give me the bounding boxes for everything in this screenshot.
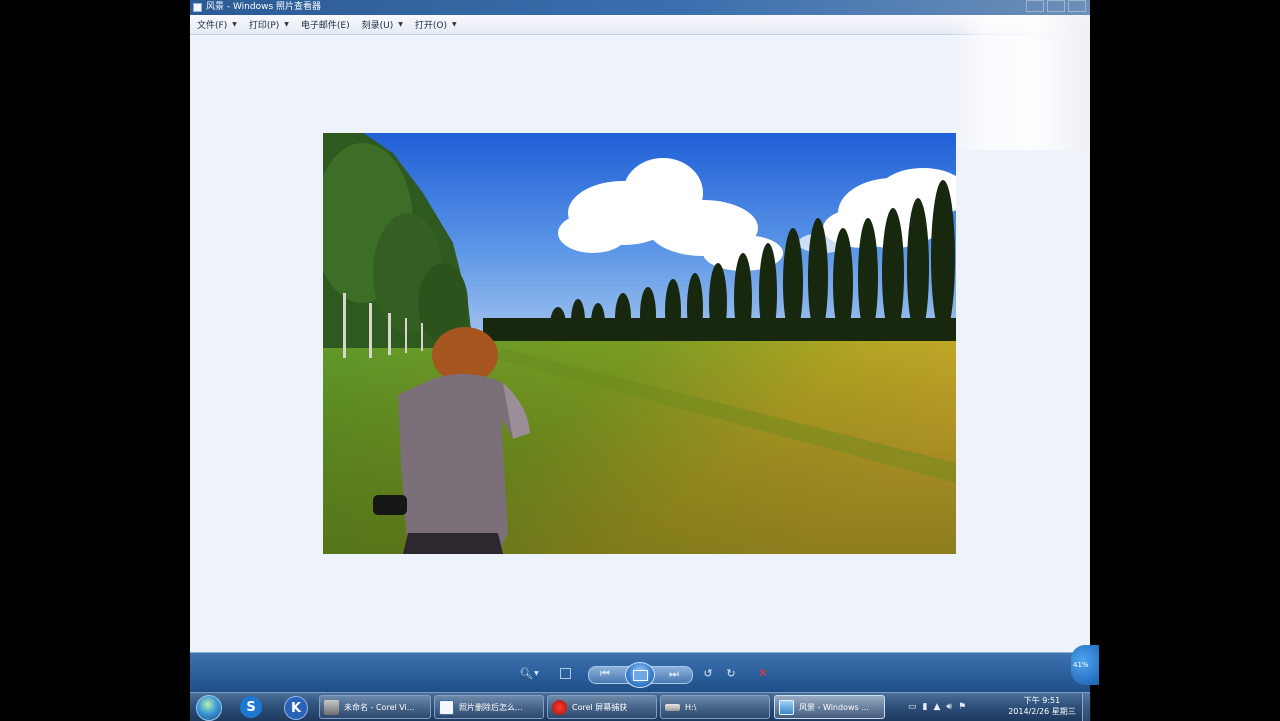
photo-viewer-icon — [779, 699, 794, 715]
sogou-icon[interactable]: S — [240, 696, 262, 718]
screen-glare — [950, 15, 1090, 150]
photo-viewer-window: 风景 - Windows 照片查看器 文件(F) ▼ 打印(P) ▼ 电子邮件(… — [190, 0, 1090, 692]
clock-time: 下午 9:51 — [1023, 696, 1061, 705]
previous-icon[interactable]: ⏮ — [594, 664, 616, 684]
maximize-button[interactable] — [1047, 0, 1065, 12]
magnifier-icon[interactable]: 🔍︎ ▼ — [518, 663, 540, 683]
taskbar-item-label: 照片删除后怎么... — [459, 702, 523, 712]
show-desktop-button[interactable] — [1082, 693, 1091, 721]
action-center-icon[interactable]: ⚑ — [958, 702, 966, 712]
taskbar-item-corel-video[interactable]: 未命名 - Corel Vi... — [319, 695, 431, 719]
fit-window-icon[interactable] — [554, 663, 576, 683]
k-app-icon[interactable]: K — [284, 696, 308, 720]
menu-burn-label: 刻录(U) — [361, 21, 394, 31]
word-document-icon — [439, 699, 454, 715]
zoom-level-badge: 41% — [1071, 645, 1099, 685]
taskbar-item-label: 未命名 - Corel Vi... — [344, 702, 415, 712]
window-controls — [1026, 0, 1086, 15]
menu-email-label: 电子邮件(E) — [300, 21, 350, 31]
corel-video-icon — [324, 699, 339, 715]
show-hidden-icons-icon[interactable]: ▲ — [933, 702, 940, 712]
menu-print-label: 打印(P) — [248, 21, 280, 31]
volume-icon[interactable]: 🔊︎ — [946, 702, 952, 712]
menu-open[interactable]: 打开(O) ▼ — [415, 18, 457, 31]
menu-print[interactable]: 打印(P) ▼ — [249, 18, 289, 31]
clock[interactable]: 下午 9:51 2014/2/26 星期三 — [1002, 695, 1082, 717]
clock-date: 2014/2/26 星期三 — [1008, 707, 1076, 716]
rotate-clockwise-icon[interactable]: ↻ — [721, 663, 741, 683]
chevron-down-icon: ▼ — [232, 21, 237, 28]
menu-open-label: 打开(O) — [414, 21, 447, 31]
menu-file-label: 文件(F) — [197, 21, 228, 31]
start-button[interactable] — [196, 695, 222, 721]
tray-network-icon[interactable]: ▮ — [923, 702, 928, 712]
taskbar-item-label: Corel 屏幕捕获 — [572, 702, 628, 712]
drive-icon — [665, 703, 680, 711]
window-title: 风景 - Windows 照片查看器 — [206, 2, 322, 12]
slideshow-icon[interactable] — [625, 662, 655, 688]
app-icon — [193, 3, 202, 12]
taskbar-item-photo-viewer[interactable]: 风景 - Windows ... — [774, 695, 885, 719]
chevron-down-icon: ▼ — [284, 21, 289, 28]
taskbar: S K 未命名 - Corel Vi... 照片删除后怎么... Corel 屏… — [190, 692, 1091, 721]
taskbar-item-label: H:\ — [685, 702, 697, 712]
tray-app-icon[interactable]: ▭ — [908, 702, 917, 712]
rotate-counterclockwise-icon[interactable]: ↺ — [698, 663, 718, 683]
taskbar-item-drive[interactable]: H:\ — [660, 695, 770, 719]
chevron-down-icon: ▼ — [398, 21, 403, 28]
taskbar-item-label: 风景 - Windows ... — [799, 702, 869, 712]
taskbar-item-screen-capture[interactable]: Corel 屏幕捕获 — [547, 695, 657, 719]
title-bar[interactable]: 风景 - Windows 照片查看器 — [190, 0, 1090, 15]
chevron-down-icon: ▼ — [451, 21, 457, 28]
system-tray: ▭ ▮ ▲ 🔊︎ ⚑ — [908, 693, 966, 721]
minimize-button[interactable] — [1026, 0, 1044, 12]
menu-email[interactable]: 电子邮件(E) — [301, 18, 350, 31]
close-button[interactable] — [1068, 0, 1086, 12]
record-icon — [552, 699, 567, 715]
menu-file[interactable]: 文件(F) ▼ — [197, 18, 237, 31]
taskbar-item-word[interactable]: 照片删除后怎么... — [434, 695, 544, 719]
delete-icon[interactable]: ✕ — [753, 663, 773, 683]
viewer-toolbar: 🔍︎ ▼ ⏮ ⏭ ↺ ↻ ✕ — [190, 652, 1090, 692]
landscape-photo[interactable] — [323, 133, 956, 554]
menu-burn[interactable]: 刻录(U) ▼ — [362, 18, 403, 31]
next-icon[interactable]: ⏭ — [663, 664, 685, 684]
